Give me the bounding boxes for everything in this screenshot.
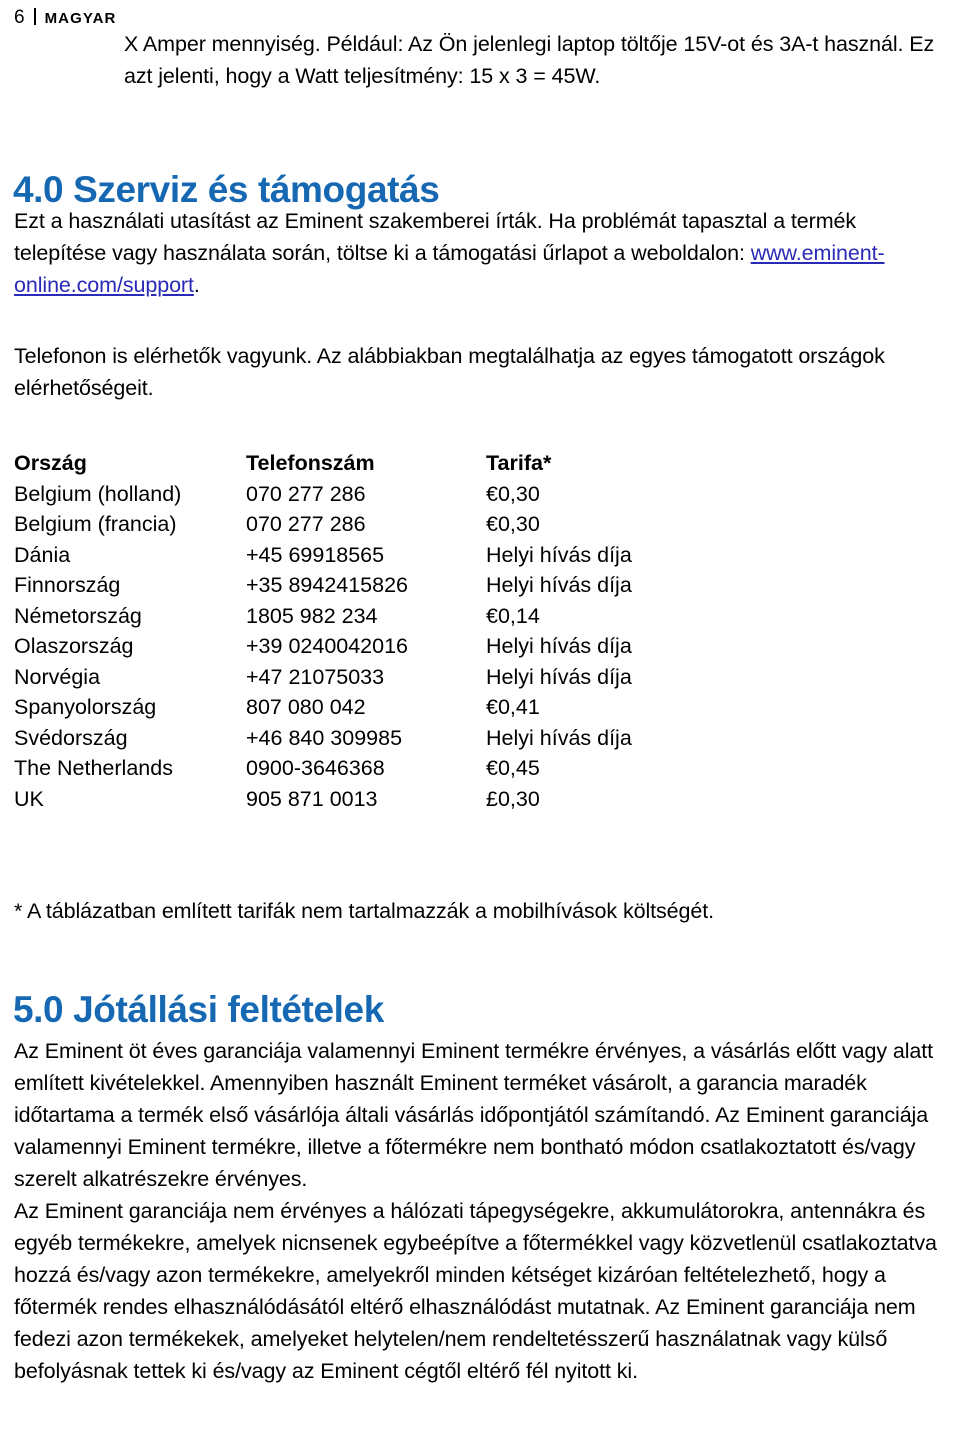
support-paragraph-text-before-link: Ezt a használati utasítást az Eminent sz… xyxy=(14,209,857,265)
section-heading-warranty: 5.0 Jótállási feltételek xyxy=(13,988,384,1030)
table-row: Olaszország +39 0240042016 Helyi hívás d… xyxy=(14,631,716,662)
cell-phone: 070 277 286 xyxy=(246,512,366,536)
tariff-table-footnote: * A táblázatban említett tarifák nem tar… xyxy=(14,899,714,923)
language-label: MAGYAR xyxy=(44,10,117,27)
table-row: Svédország +46 840 309985 Helyi hívás dí… xyxy=(14,723,716,754)
table-row: Belgium (holland) 070 277 286 €0,30 xyxy=(14,479,716,510)
cell-country: The Netherlands xyxy=(14,756,173,780)
cell-country: Olaszország xyxy=(14,634,134,658)
support-paragraph: Ezt a használati utasítást az Eminent sz… xyxy=(14,205,952,301)
table-header-row: Ország Telefonszám Tarifa* xyxy=(14,448,716,479)
cell-tariff: €0,30 xyxy=(486,481,540,506)
header-divider xyxy=(33,8,36,25)
cell-phone: 0900-3646368 xyxy=(246,756,385,780)
cell-country: Finnország xyxy=(14,573,121,597)
cell-country: Norvégia xyxy=(14,664,101,689)
page-running-header: 6 MAGYAR xyxy=(14,6,116,30)
cell-tariff: Helyi hívás díja xyxy=(486,542,632,567)
table-row: Spanyolország 807 080 042 €0,41 xyxy=(14,692,716,723)
cell-country: Belgium (francia) xyxy=(14,512,177,536)
cell-country: Spanyolország xyxy=(14,695,157,719)
cell-tariff: €0,14 xyxy=(486,603,540,628)
column-header-phone: Telefonszám xyxy=(246,451,375,475)
cell-tariff: €0,30 xyxy=(486,512,540,536)
support-phone-tariff-table: Ország Telefonszám Tarifa* Belgium (holl… xyxy=(14,448,716,814)
intro-paragraph: X Amper mennyiség. Például: Az Ön jelenl… xyxy=(124,32,935,88)
cell-phone: 905 871 0013 xyxy=(246,786,378,811)
cell-phone: +47 21075033 xyxy=(246,664,385,689)
cell-tariff: Helyi hívás díja xyxy=(486,634,632,658)
table-row: The Netherlands 0900-3646368 €0,45 xyxy=(14,753,716,784)
warranty-paragraph: Az Eminent öt éves garanciája valamennyi… xyxy=(14,1039,934,1191)
cell-phone: 1805 982 234 xyxy=(246,603,378,628)
table-row: Németország 1805 982 234 €0,14 xyxy=(14,601,716,632)
table-row: UK 905 871 0013 £0,30 xyxy=(14,784,716,815)
warranty-paragraph: Az Eminent garanciája nem érvényes a hál… xyxy=(14,1199,937,1383)
warranty-body: Az Eminent öt éves garanciája valamennyi… xyxy=(14,1035,958,1387)
column-header-country: Ország xyxy=(14,451,87,475)
cell-tariff: Helyi hívás díja xyxy=(486,725,632,750)
cell-tariff: €0,41 xyxy=(486,695,540,719)
cell-country: UK xyxy=(14,786,44,811)
cell-tariff: Helyi hívás díja xyxy=(486,664,632,689)
cell-tariff: £0,30 xyxy=(486,786,540,811)
support-paragraph-text-after-link: . xyxy=(193,273,200,297)
cell-phone: 807 080 042 xyxy=(246,695,366,719)
cell-country: Svédország xyxy=(14,725,128,750)
cell-phone: +45 69918565 xyxy=(246,542,385,567)
cell-tariff: €0,45 xyxy=(486,756,540,780)
table-header: Ország Telefonszám Tarifa* xyxy=(14,448,716,479)
cell-tariff: Helyi hívás díja xyxy=(486,573,632,597)
cell-country: Németország xyxy=(14,603,142,628)
cell-phone: +35 8942415826 xyxy=(246,573,409,597)
table-row: Belgium (francia) 070 277 286 €0,30 xyxy=(14,509,716,540)
table-row: Finnország +35 8942415826 Helyi hívás dí… xyxy=(14,570,716,601)
cell-phone: +39 0240042016 xyxy=(246,634,409,658)
cell-country: Belgium (holland) xyxy=(14,481,182,506)
table-row: Norvégia +47 21075033 Helyi hívás díja xyxy=(14,662,716,693)
table-body: Belgium (holland) 070 277 286 €0,30 Belg… xyxy=(14,479,716,815)
phone-availability-paragraph: Telefonon is elérhetők vagyunk. Az alább… xyxy=(14,344,885,400)
table-row: Dánia +45 69918565 Helyi hívás díja xyxy=(14,540,716,571)
column-header-tariff: Tarifa* xyxy=(486,451,552,475)
page-number: 6 xyxy=(14,7,25,28)
cell-phone: 070 277 286 xyxy=(246,481,366,506)
cell-phone: +46 840 309985 xyxy=(246,725,403,750)
cell-country: Dánia xyxy=(14,542,71,567)
